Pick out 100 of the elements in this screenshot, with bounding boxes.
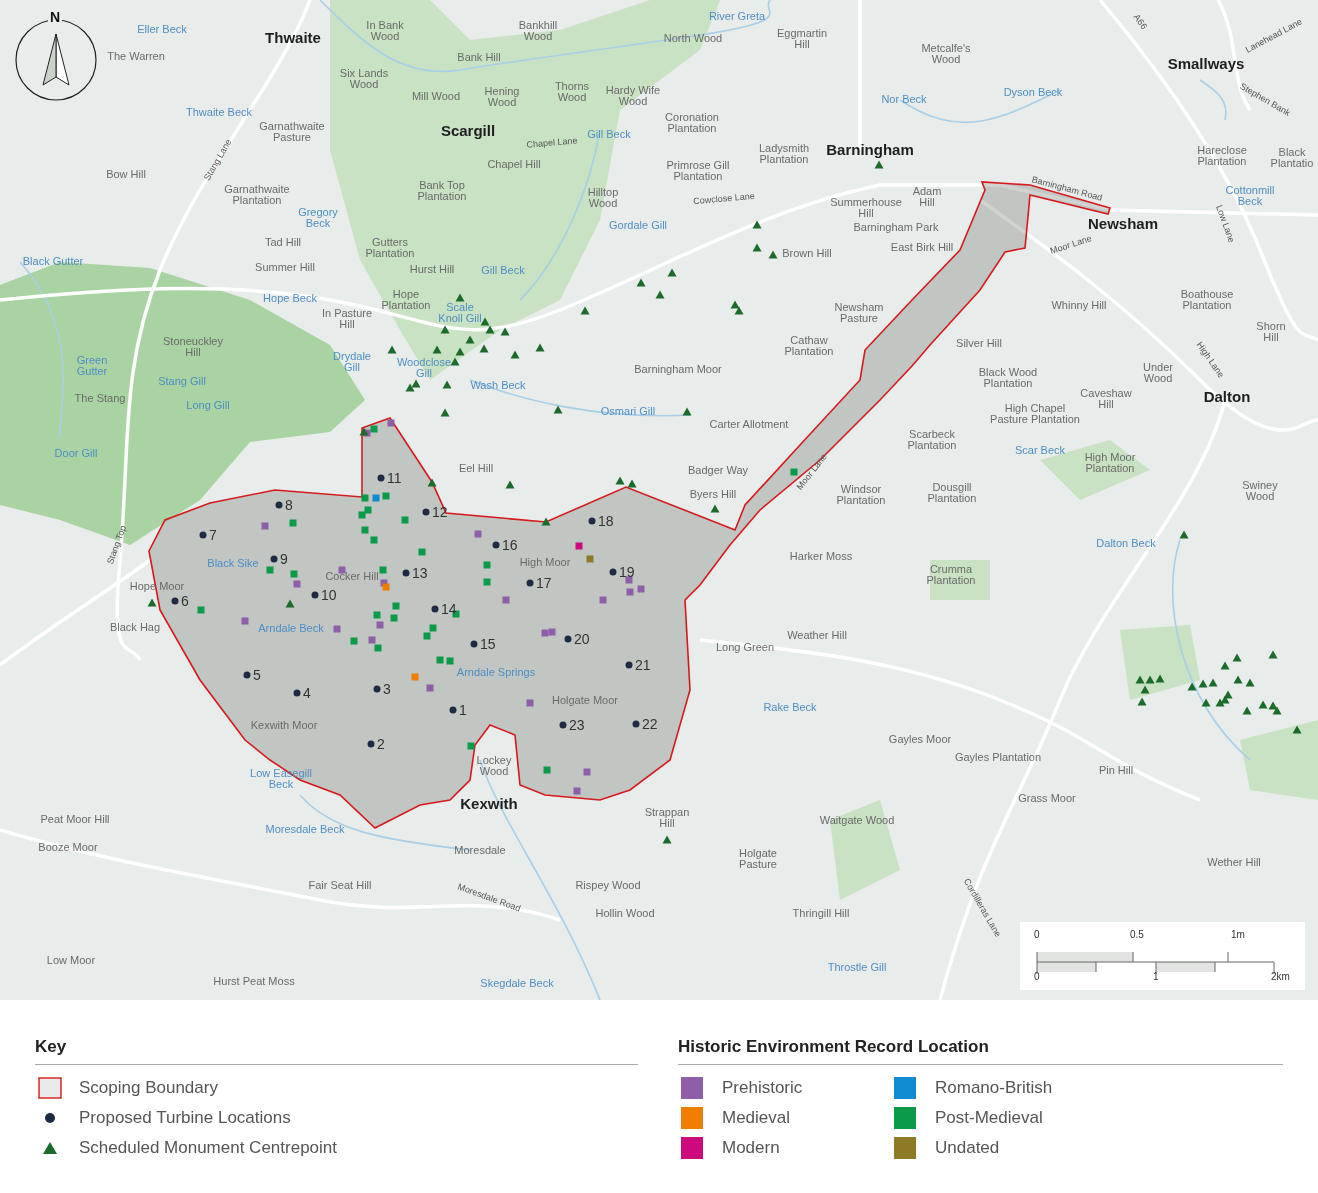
- monument-marker: [427, 478, 437, 487]
- stream-line: [1199, 79, 1227, 121]
- place-label: Byers Hill: [689, 488, 737, 500]
- place-label: Eggmartin Hill: [776, 28, 828, 50]
- turbine-number: 17: [536, 576, 552, 590]
- scale-label: 1: [1153, 972, 1159, 982]
- turbine-marker: [422, 508, 430, 516]
- monument-marker: [1233, 675, 1243, 684]
- place-label: Black Wood Plantation: [978, 367, 1038, 389]
- water-label: Gordale Gill: [608, 219, 668, 231]
- monument-marker: [710, 504, 720, 513]
- place-label: Black Hag: [109, 621, 161, 633]
- legend-label: Modern: [722, 1136, 780, 1159]
- place-label: Six Lands Wood: [339, 68, 389, 90]
- place-label: Hilltop Wood: [587, 187, 619, 209]
- monument-marker: [485, 325, 495, 334]
- road-label: Cowclose Lane: [692, 191, 756, 207]
- record-marker: [241, 617, 249, 625]
- monument-marker: [553, 405, 563, 414]
- record-marker: [483, 561, 491, 569]
- place-label: Stoneuckley Hill: [163, 336, 223, 358]
- place-label: Newsham Pasture: [834, 302, 884, 324]
- place-label: Summerhouse Hill: [830, 197, 902, 219]
- monument-marker: [1145, 675, 1155, 684]
- place-label: Long Green: [715, 641, 775, 653]
- road-label: Moor Lane: [1049, 234, 1093, 256]
- water-label: Green Gutter: [76, 355, 108, 377]
- record-marker: [370, 536, 378, 544]
- record-marker: [467, 742, 475, 750]
- turbine-number: 13: [412, 566, 428, 580]
- water-label: Gill Beck: [587, 128, 631, 140]
- record-marker: [261, 522, 269, 530]
- monument-marker: [874, 160, 884, 169]
- place-label: Mill Wood: [411, 90, 461, 102]
- water-label: Cottonmill Beck: [1225, 185, 1275, 207]
- turbine-marker: [526, 579, 534, 587]
- road-label: Stang Top: [105, 524, 129, 566]
- record-marker: [625, 576, 633, 584]
- monument-marker: [465, 335, 475, 344]
- place-label: Bankhill Wood: [518, 20, 558, 42]
- place-label: Caveshaw Hill: [1080, 388, 1132, 410]
- town-label: Dalton: [1203, 387, 1251, 407]
- water-label: Thwaite Beck: [186, 106, 252, 118]
- monument-marker: [1135, 675, 1145, 684]
- place-label: Eel Hill: [458, 462, 494, 474]
- place-label: Summer Hill: [255, 261, 315, 273]
- place-label: Fair Seat Hill: [308, 879, 372, 891]
- place-label: Adam Hill: [912, 186, 942, 208]
- turbine-marker: [564, 635, 572, 643]
- town-label: Barningham: [826, 140, 914, 160]
- place-label: Holgate Pasture: [739, 848, 777, 870]
- turbine-number: 15: [480, 637, 496, 651]
- water-label: Woodclose Gill: [396, 357, 452, 379]
- place-label: Chapel Hill: [487, 158, 541, 170]
- place-label: Hening Wood: [484, 86, 520, 108]
- town-label: Kexwith: [460, 794, 518, 814]
- monument-marker: [1155, 674, 1165, 683]
- monument-marker: [1242, 706, 1252, 715]
- legend-label: Medieval: [722, 1106, 791, 1129]
- legend-label: Post-Medieval: [935, 1106, 1043, 1129]
- record-marker: [338, 566, 346, 574]
- record-marker: [543, 766, 551, 774]
- record-marker: [446, 657, 454, 665]
- place-label: Holgate Moor: [552, 694, 618, 706]
- monument-marker: [752, 220, 762, 229]
- record-marker: [573, 787, 581, 795]
- place-label: Booze Moor: [38, 841, 98, 853]
- monument-marker: [1232, 653, 1242, 662]
- record-marker: [382, 492, 390, 500]
- place-label: Peat Moor Hill: [40, 813, 110, 825]
- place-label: Whinny Hill: [1051, 299, 1107, 311]
- road-label: A66: [1131, 12, 1149, 32]
- turbine-number: 3: [383, 682, 391, 696]
- place-label: Scarbeck Plantation: [907, 429, 957, 451]
- legend-label: Prehistoric: [722, 1076, 803, 1099]
- water-label: Black Sike: [207, 557, 259, 569]
- place-label: Crumma Plantation: [926, 564, 976, 586]
- monument-marker: [615, 476, 625, 485]
- turbine-number: 1: [459, 703, 467, 717]
- water-label: Black Gutter: [22, 255, 84, 267]
- legend-label: Scheduled Monument Centrepoint: [79, 1136, 337, 1159]
- water-label: Dyson Beck: [1003, 86, 1063, 98]
- turbine-symbol: [44, 1111, 56, 1124]
- place-label: Gutters Plantation: [365, 237, 415, 259]
- turbine-number: 20: [574, 632, 590, 646]
- monument-marker: [480, 317, 490, 326]
- water-label: Arndale Beck: [258, 622, 324, 634]
- turbine-marker: [199, 531, 207, 539]
- monument-marker: [285, 599, 295, 608]
- monument-marker: [768, 250, 778, 259]
- monument-marker: [1201, 698, 1211, 707]
- place-label: Bank Hill: [457, 51, 501, 63]
- town-label: Smallways: [1167, 54, 1245, 74]
- record-marker: [575, 542, 583, 550]
- place-label: Windsor Plantation: [836, 484, 886, 506]
- monument-marker: [1258, 700, 1268, 709]
- place-label: Hurst Peat Moss: [213, 975, 295, 987]
- turbine-number: 18: [598, 514, 614, 528]
- water-label: Hope Beck: [263, 292, 317, 304]
- record-marker: [526, 699, 534, 707]
